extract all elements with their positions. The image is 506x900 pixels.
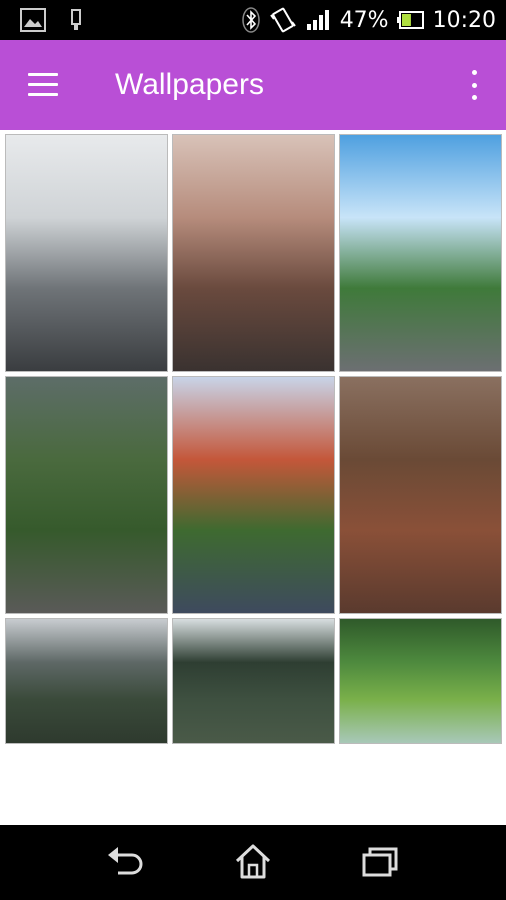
battery-percent: 47% [339,7,389,33]
wallpaper-tile-pine-trees[interactable] [172,618,335,744]
usb-icon [71,9,81,30]
wallpaper-grid [0,130,506,825]
hamburger-menu-icon[interactable] [28,73,60,97]
bluetooth-icon [241,7,260,33]
home-icon[interactable] [233,843,273,881]
wallpaper-tile-snowy-road[interactable] [5,134,168,372]
app-bar: Wallpapers [0,40,506,130]
status-bar: 47% 10:20 [0,0,506,40]
back-icon[interactable] [106,843,146,881]
image-notification-icon [20,8,46,32]
vibrate-icon [269,7,296,33]
wallpaper-tile-mountain-road-sky[interactable] [339,134,502,372]
recent-apps-icon[interactable] [360,843,400,881]
wallpaper-tile-green-mountain-road[interactable] [5,376,168,614]
page-title: Wallpapers [115,68,264,101]
navigation-bar [0,825,506,900]
wallpaper-tile-street-lamp-sunset[interactable] [172,134,335,372]
more-vert-icon[interactable] [462,70,486,100]
clock: 10:20 [432,7,496,33]
wallpaper-tile-aerial-river-forest[interactable] [339,618,502,744]
wallpaper-tile-red-rock-road[interactable] [172,376,335,614]
wallpaper-tile-forest-railway[interactable] [339,376,502,614]
signal-icon [306,10,329,30]
battery-icon [396,11,424,29]
wallpaper-tile-foggy-mountains[interactable] [5,618,168,744]
